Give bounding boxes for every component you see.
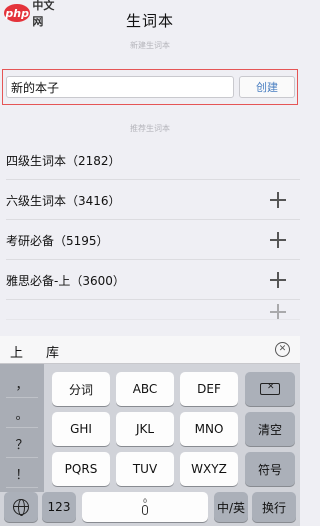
key-def[interactable]: DEF	[180, 372, 238, 406]
app-screen: php 中文网 生词本 新建生词本 创建 推荐生词本 四级生词本（2182） 六…	[0, 0, 300, 526]
key-ghi[interactable]: GHI	[52, 412, 110, 446]
punct-key[interactable]: ？	[0, 428, 44, 458]
globe-icon	[13, 499, 29, 516]
punct-key[interactable]: ，	[0, 368, 44, 398]
keyboard: 上 库 ✕ ， 。 ？ ！ 分词 ABC DEF ✕ GHI JKL MNO 清…	[0, 336, 300, 526]
list-item-label: 六级生词本（3416）	[6, 193, 121, 208]
list-item-partial	[0, 300, 300, 320]
key-jkl[interactable]: JKL	[116, 412, 174, 446]
add-icon	[270, 304, 286, 320]
list-item[interactable]: 四级生词本（2182）	[0, 140, 300, 180]
candidate-bar: 上 库 ✕	[0, 336, 300, 364]
space-key[interactable]: 0	[82, 492, 208, 522]
space-hint: 0	[143, 497, 147, 505]
key-fenci[interactable]: 分词	[52, 372, 110, 406]
globe-key[interactable]	[4, 492, 38, 522]
list-item[interactable]: 雅思必备-上（3600）	[0, 260, 300, 300]
page-title: 生词本	[125, 12, 174, 30]
list-item[interactable]: 六级生词本（3416）	[0, 180, 300, 220]
key-wxyz[interactable]: WXYZ	[180, 452, 238, 486]
close-circle-icon[interactable]: ✕	[275, 342, 290, 357]
key-mno[interactable]: MNO	[180, 412, 238, 446]
add-icon[interactable]	[270, 232, 286, 248]
backspace-icon: ✕	[260, 382, 280, 395]
lang-key[interactable]: 中/英	[214, 492, 248, 522]
section-label-recommended: 推荐生词本	[130, 124, 170, 133]
enter-key[interactable]: 换行	[252, 492, 296, 522]
add-icon[interactable]	[270, 272, 286, 288]
list-item[interactable]: 考研必备（5195）	[0, 220, 300, 260]
list-item-label: 雅思必备-上（3600）	[6, 273, 125, 288]
punct-key[interactable]: 。	[0, 398, 44, 428]
add-icon[interactable]	[270, 192, 286, 208]
key-abc[interactable]: ABC	[116, 372, 174, 406]
list-item-label: 考研必备（5195）	[6, 233, 109, 248]
microphone-icon	[142, 505, 148, 516]
symbol-key[interactable]: 符号	[245, 452, 295, 486]
section-label-new: 新建生词本	[130, 41, 170, 50]
backspace-key[interactable]: ✕	[245, 372, 295, 406]
num-key[interactable]: 123	[42, 492, 76, 522]
punctuation-column: ， 。 ？ ！	[0, 364, 44, 492]
create-button[interactable]: 创建	[239, 76, 295, 98]
list-item-label: 四级生词本（2182）	[6, 153, 121, 168]
punct-key[interactable]: ！	[0, 458, 44, 488]
key-tuv[interactable]: TUV	[116, 452, 174, 486]
clear-key[interactable]: 清空	[245, 412, 295, 446]
recommended-list: 四级生词本（2182） 六级生词本（3416） 考研必备（5195） 雅思必备-…	[0, 140, 300, 320]
book-name-input[interactable]	[6, 76, 234, 98]
candidate-word[interactable]: 库	[46, 342, 59, 361]
candidate-word[interactable]: 上	[10, 342, 23, 361]
new-book-form: 创建	[2, 69, 298, 105]
key-pqrs[interactable]: PQRS	[52, 452, 110, 486]
